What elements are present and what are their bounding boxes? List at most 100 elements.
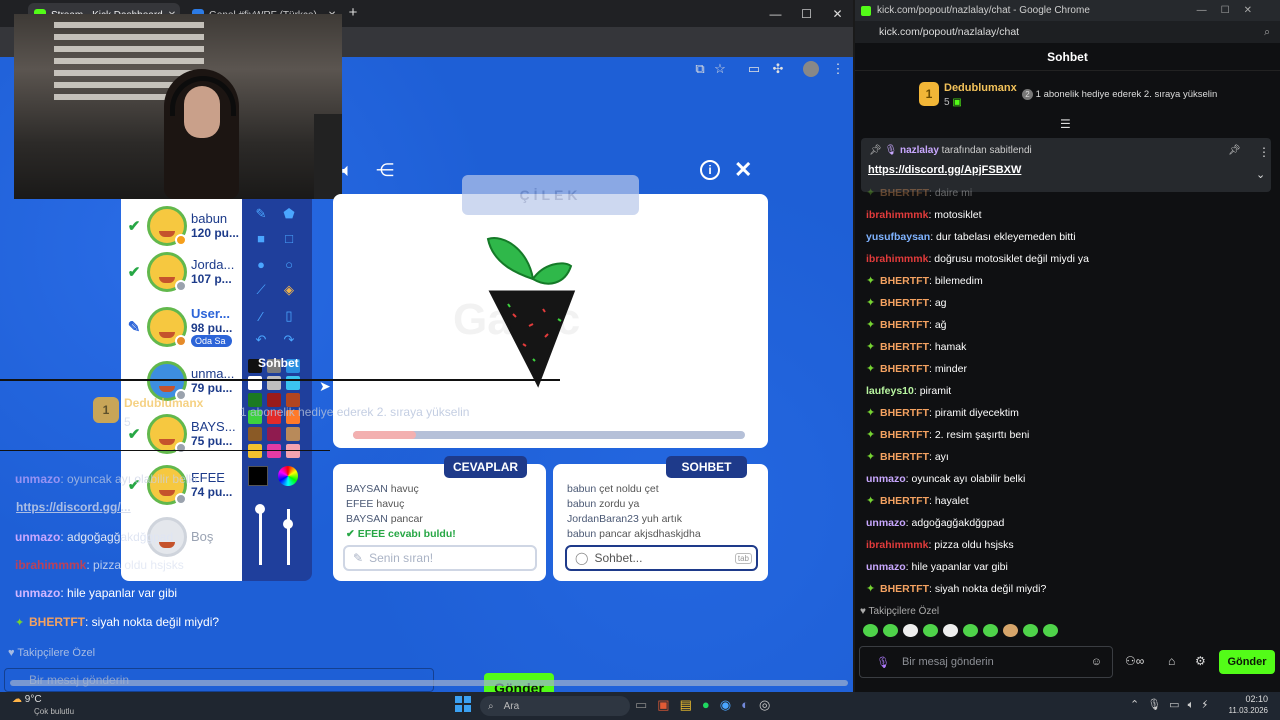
profile-avatar[interactable] xyxy=(803,61,819,77)
media-icon[interactable]: ▭ xyxy=(744,59,764,79)
store-icon[interactable]: ⌂ xyxy=(1168,654,1175,668)
opacity-slider[interactable] xyxy=(287,509,290,565)
spotify-icon[interactable]: ● xyxy=(702,697,710,713)
powerpoint-icon[interactable]: ▣ xyxy=(657,697,669,713)
emote[interactable] xyxy=(1023,624,1038,637)
filled-circle-icon[interactable]: ● xyxy=(250,253,272,275)
chat-username[interactable]: ibrahimmmk xyxy=(866,253,928,265)
chat-username[interactable]: BHERTFT xyxy=(880,319,929,331)
pencil-tool-icon[interactable]: ✎ xyxy=(250,203,272,225)
share-icon[interactable]: ⋲ xyxy=(376,160,394,181)
chat-username[interactable]: BHERTFT xyxy=(880,429,929,441)
chat-username[interactable]: BHERTFT xyxy=(880,275,929,287)
search-icon[interactable]: ⌕ xyxy=(1264,26,1270,39)
emote[interactable] xyxy=(903,624,918,637)
windows-start-icon[interactable] xyxy=(455,696,471,712)
chat-tab[interactable]: SOHBET xyxy=(666,456,747,478)
emote[interactable] xyxy=(943,624,958,637)
fill-bucket-icon[interactable]: ◈ xyxy=(278,279,300,301)
chat-username[interactable]: BHERTFT xyxy=(880,363,929,375)
clock-date[interactable]: 11.03.2026 xyxy=(1208,706,1268,715)
filled-rect-icon[interactable]: ■ xyxy=(250,227,272,249)
answers-tab[interactable]: CEVAPLAR xyxy=(444,456,527,478)
extensions-icon[interactable]: ✣ xyxy=(768,59,788,79)
chat-username[interactable]: unmazo xyxy=(866,561,906,573)
tray-icons[interactable]: ⌃🎙︎▭🔈︎⚡︎ xyxy=(1130,698,1216,712)
chevron-down-icon[interactable]: ⌄ xyxy=(1256,168,1265,181)
chat-username[interactable]: unmazo xyxy=(866,473,906,485)
player-row[interactable]: ✎ User... 98 pu... Oda Sa xyxy=(121,300,242,354)
chat-username[interactable]: BHERTFT xyxy=(880,583,929,595)
menu-dots-icon[interactable]: ⋮ xyxy=(828,59,848,79)
send-button[interactable]: Gönder xyxy=(1219,650,1275,674)
circle-outline-icon[interactable]: ○ xyxy=(278,253,300,275)
redo-icon[interactable]: ↷ xyxy=(278,329,300,351)
chat-username[interactable]: laufeys10 xyxy=(866,385,914,397)
player-row[interactable]: ✔ BAYS... 75 pu... xyxy=(121,407,242,461)
eyedropper-icon[interactable]: ⁄ xyxy=(250,305,272,327)
swatch[interactable] xyxy=(267,427,281,441)
undo-icon[interactable]: ↶ xyxy=(250,329,272,351)
page-icon[interactable]: ▯ xyxy=(278,305,300,327)
bookmark-star-icon[interactable]: ☆ xyxy=(710,59,730,79)
emote[interactable] xyxy=(1003,624,1018,637)
info-icon[interactable]: i xyxy=(700,160,720,180)
emote[interactable] xyxy=(883,624,898,637)
pinned-link[interactable]: https://discord.gg/ApjFSBXW xyxy=(868,164,1021,176)
explorer-folder-icon[interactable]: ▤ xyxy=(680,697,692,713)
more-icon[interactable]: ⋮ xyxy=(1258,145,1270,159)
swatch[interactable] xyxy=(248,427,262,441)
chat-username[interactable]: BHERTFT xyxy=(880,297,929,309)
discord-icon[interactable]: ◐ xyxy=(741,697,749,713)
emote[interactable] xyxy=(863,624,878,637)
answer-input[interactable]: ✎ Senin sıran! xyxy=(343,545,537,571)
size-slider[interactable] xyxy=(259,509,262,565)
collapse-icon[interactable]: ☰ xyxy=(1060,117,1071,131)
chat-username[interactable]: unmazo xyxy=(866,517,906,529)
emote[interactable] xyxy=(963,624,978,637)
emoji-icon[interactable]: ☺ xyxy=(1091,656,1102,668)
obs-icon[interactable]: ◎ xyxy=(759,697,770,713)
rect-outline-icon[interactable]: □ xyxy=(278,227,300,249)
people-icon[interactable]: ⚇∞ xyxy=(1125,654,1144,668)
unpin-icon[interactable]: 📌︎ xyxy=(1228,145,1241,156)
chat-username[interactable]: BHERTFT xyxy=(880,187,929,199)
leader-name[interactable]: Dedublumanx xyxy=(944,82,1017,94)
horizontal-scrollbar[interactable] xyxy=(10,680,848,686)
maximize-button[interactable]: ☐ xyxy=(791,0,822,27)
weather-temp[interactable]: ☁︎ 9°C xyxy=(12,694,42,705)
opacity-slider-thumb[interactable] xyxy=(283,519,293,529)
swatch[interactable] xyxy=(267,444,281,458)
emote[interactable] xyxy=(1043,624,1058,637)
swatch[interactable] xyxy=(286,427,300,441)
close-game-icon[interactable]: ✕ xyxy=(734,157,752,183)
task-view-icon[interactable]: ▭ xyxy=(635,697,647,713)
sound-icon[interactable]: 🔈︎ xyxy=(342,160,353,181)
taskbar-search[interactable]: ⌕ Ara xyxy=(480,696,630,716)
close-window-button[interactable]: ✕ xyxy=(822,0,853,27)
swatch[interactable] xyxy=(248,444,262,458)
current-color[interactable] xyxy=(248,466,268,486)
emote[interactable] xyxy=(923,624,938,637)
chat-username[interactable]: ibrahimmmk xyxy=(866,539,928,551)
clock-time[interactable]: 02:10 xyxy=(1238,694,1268,704)
size-slider-thumb[interactable] xyxy=(255,504,265,514)
chat-username[interactable]: BHERTFT xyxy=(880,495,929,507)
game-chat-input[interactable]: ◯ Sohbet... tab xyxy=(565,545,758,571)
chat-username[interactable]: yusufbaysan xyxy=(866,231,930,243)
line-tool-icon[interactable]: ⟋ xyxy=(250,279,272,301)
eraser-tool-icon[interactable]: ⬟ xyxy=(278,203,300,225)
chat-username[interactable]: ibrahimmmk xyxy=(866,209,928,221)
minimize-button[interactable]: — xyxy=(760,0,791,27)
color-wheel-icon[interactable] xyxy=(278,466,298,486)
settings-gear-icon[interactable]: ⚙ xyxy=(1195,654,1206,668)
emote[interactable] xyxy=(983,624,998,637)
chat-username[interactable]: BHERTFT xyxy=(880,407,929,419)
swatch[interactable] xyxy=(286,444,300,458)
window-controls[interactable]: —☐✕ xyxy=(1197,5,1266,16)
popout-address-bar[interactable]: kick.com/popout/nazlalay/chat ⌕ xyxy=(855,21,1280,43)
chrome-icon[interactable]: ◉ xyxy=(720,697,731,713)
player-row[interactable]: ✔ Jorda... 107 p... xyxy=(121,245,242,299)
chat-username[interactable]: BHERTFT xyxy=(880,451,929,463)
chat-input[interactable]: 🎙︎ Bir mesaj gönderin ☺ xyxy=(859,646,1113,678)
